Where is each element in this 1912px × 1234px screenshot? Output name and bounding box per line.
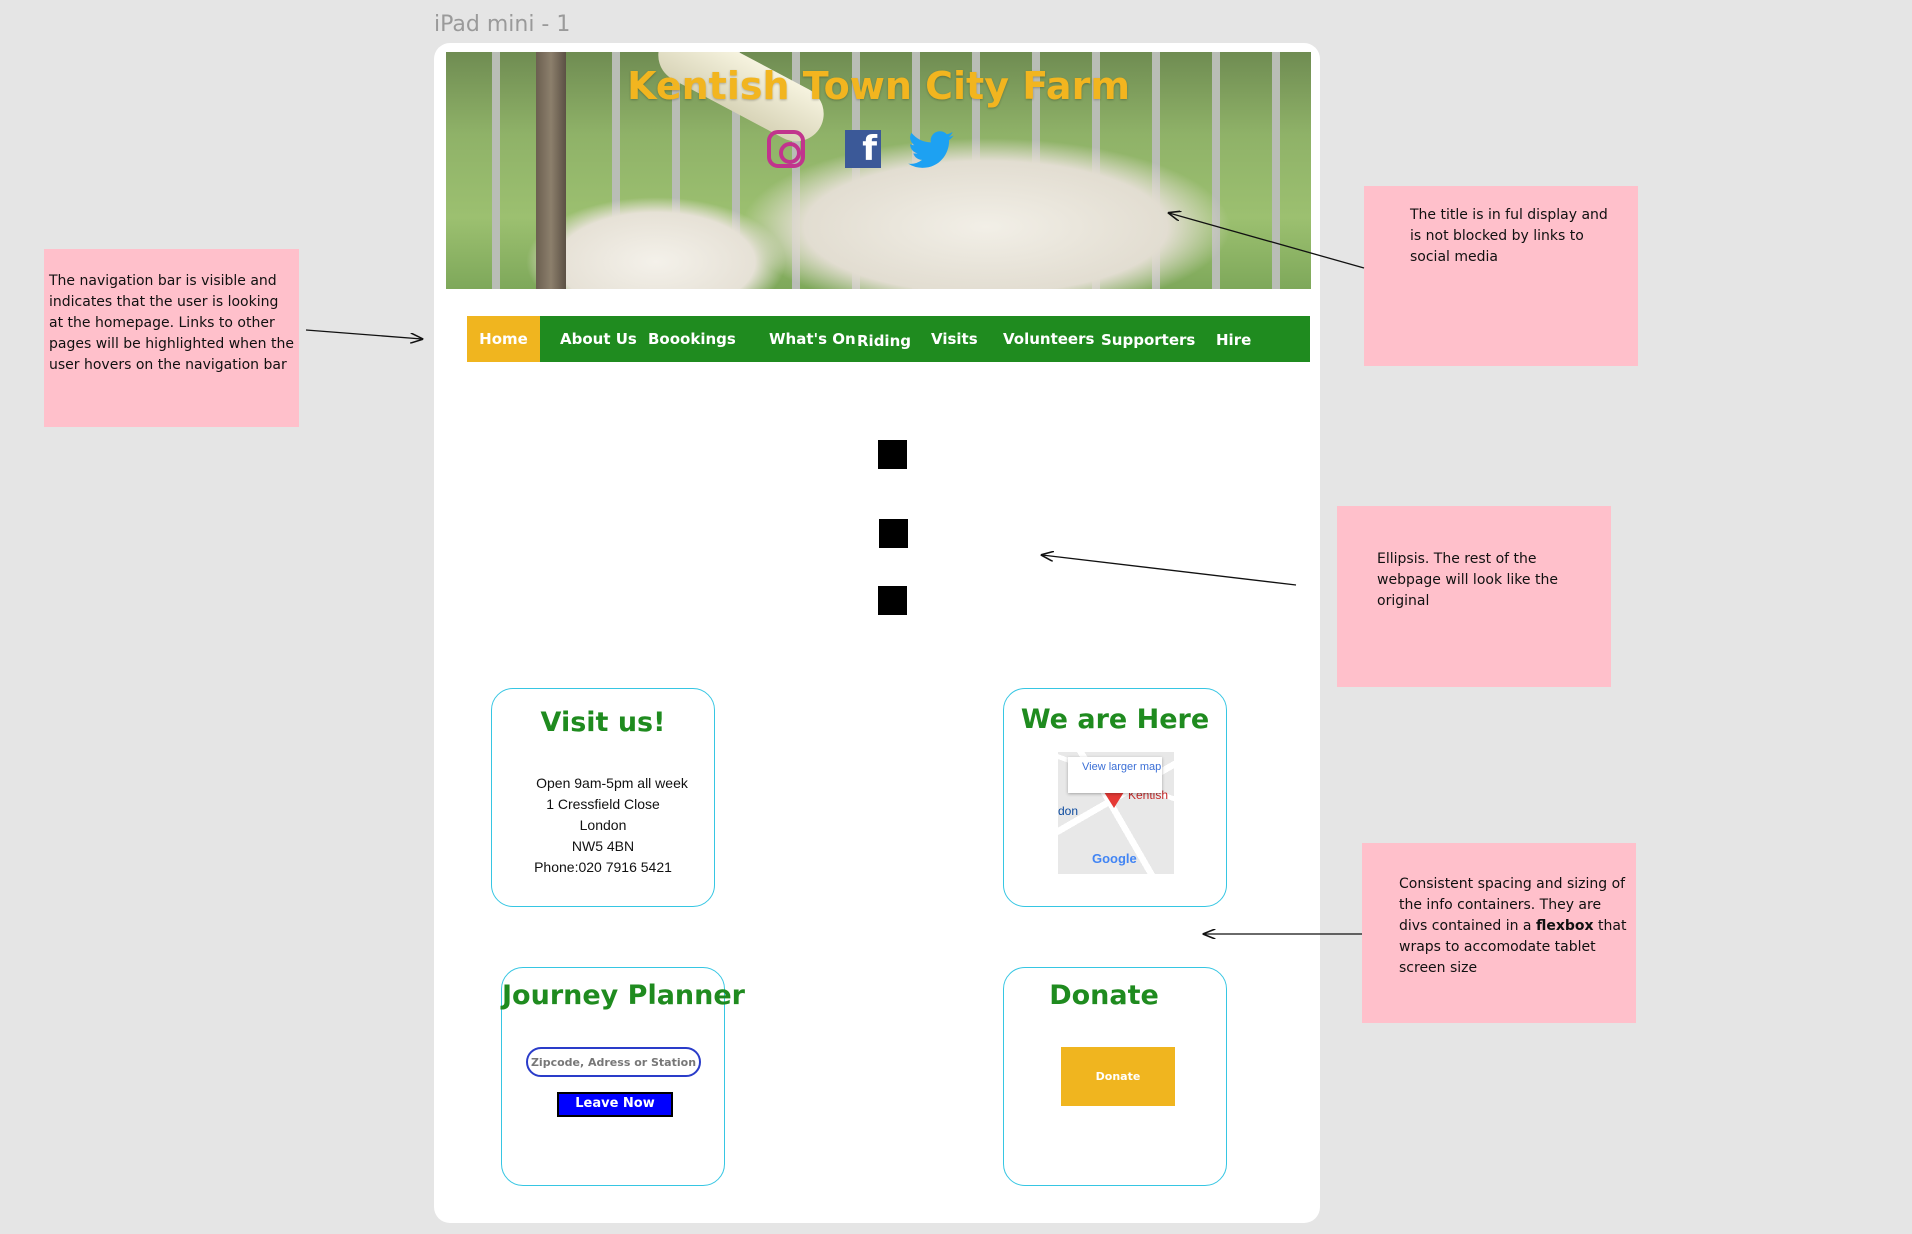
hero-banner: Kentish Town City Farm f — [446, 52, 1311, 289]
visit-us-details: Open 9am-5pm all week 1 Cressfield Close… — [492, 773, 714, 878]
journey-planner-title: Journey Planner — [502, 980, 745, 1011]
donate-button[interactable]: Donate — [1061, 1047, 1175, 1106]
we-are-here-card: We are Here Kentish don View larger map … — [1003, 688, 1227, 907]
twitter-bird-shape — [908, 131, 954, 168]
view-larger-map-link[interactable]: View larger map — [1068, 757, 1162, 793]
navigation-bar: Home About Us Boookings What's On Riding… — [467, 316, 1310, 362]
map-pin-icon — [1104, 792, 1124, 808]
nav-annotation-arrow — [305, 329, 422, 339]
site-title: Kentish Town City Farm — [627, 64, 1130, 108]
ipad-frame: Kentish Town City Farm f Home About Us B… — [434, 43, 1320, 1223]
title-annotation-note: The title is in ful display and is not b… — [1364, 186, 1638, 366]
phone-number: Phone:020 7916 5421 — [534, 859, 672, 875]
we-are-here-title: We are Here — [1020, 704, 1210, 735]
nav-item-about-us[interactable]: About Us — [560, 316, 637, 362]
donate-card: Donate Donate — [1003, 967, 1227, 1186]
leave-now-button[interactable]: Leave Now — [557, 1092, 673, 1117]
address-line-1: 1 Cressfield Close — [546, 796, 660, 812]
ellipsis-dot-1 — [878, 440, 907, 469]
nav-annotation-note: The navigation bar is visible and indica… — [44, 249, 299, 427]
frame-label: iPad mini - 1 — [434, 12, 571, 37]
google-logo: Google — [1092, 851, 1137, 866]
journey-planner-card: Journey Planner Leave Now — [501, 967, 745, 1186]
visit-us-title: Visit us! — [540, 707, 666, 738]
donate-title: Donate — [1049, 980, 1159, 1011]
ellipsis-annotation-note: Ellipsis. The rest of the webpage will l… — [1337, 506, 1611, 687]
nav-item-riding[interactable]: Riding — [857, 318, 911, 364]
nav-item-home[interactable]: Home — [467, 316, 540, 362]
nav-item-volunteers[interactable]: Volunteers — [1003, 316, 1094, 362]
nav-item-whats-on[interactable]: What's On — [769, 316, 856, 362]
nav-item-supporters[interactable]: Supporters — [1101, 317, 1195, 363]
instagram-icon[interactable] — [767, 130, 805, 168]
ellipsis-dot-2 — [879, 519, 908, 548]
opening-hours: Open 9am-5pm all week — [536, 775, 688, 791]
facebook-icon[interactable]: f — [845, 130, 881, 168]
nav-item-visits[interactable]: Visits — [931, 316, 978, 362]
nav-item-bookings[interactable]: Boookings — [648, 316, 736, 362]
postcode: NW5 4BN — [571, 838, 635, 854]
journey-search-input[interactable] — [526, 1047, 701, 1077]
spacing-annotation-note: Consistent spacing and sizing of the inf… — [1362, 843, 1636, 1023]
ellipsis-dot-3 — [878, 586, 907, 615]
address-line-2: London — [579, 817, 627, 833]
twitter-icon[interactable] — [906, 130, 956, 170]
visit-us-card: Visit us! Open 9am-5pm all week 1 Cressf… — [491, 688, 715, 907]
spacing-note-bold: flexbox — [1535, 918, 1594, 934]
embedded-map[interactable]: Kentish don View larger map Google — [1058, 752, 1174, 874]
map-side-label: don — [1058, 804, 1079, 818]
nav-item-hire[interactable]: Hire — [1216, 317, 1251, 363]
